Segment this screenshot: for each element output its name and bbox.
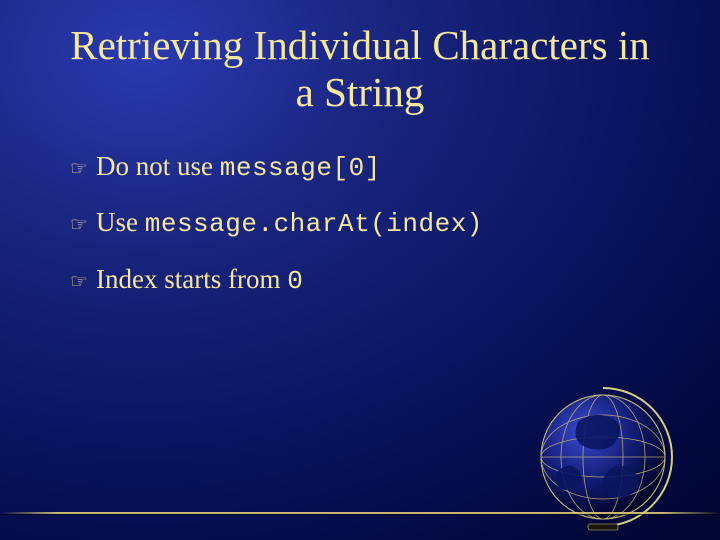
bullet-code: 0 (287, 266, 303, 296)
bullet-pre: Use (96, 207, 145, 237)
bullet-code: message.charAt(index) (145, 209, 483, 239)
pointing-hand-icon: ☞ (70, 157, 96, 181)
bullet-pre: Do not use (96, 151, 220, 181)
bullet-text: Do not use message[0] (96, 150, 381, 184)
bullet-pre: Index starts from (96, 264, 287, 294)
globe-icon (528, 382, 678, 532)
bullet-text: Use message.charAt(index) (96, 206, 483, 240)
list-item: ☞ Do not use message[0] (70, 150, 660, 184)
pointing-hand-icon: ☞ (70, 270, 96, 294)
footer-divider (0, 512, 720, 514)
bullet-list: ☞ Do not use message[0] ☞ Use message.ch… (60, 150, 660, 297)
list-item: ☞ Index starts from 0 (70, 263, 660, 297)
bullet-code: message[0] (220, 153, 381, 183)
list-item: ☞ Use message.charAt(index) (70, 206, 660, 240)
bullet-text: Index starts from 0 (96, 263, 303, 297)
slide: Retrieving Individual Characters in a St… (0, 0, 720, 540)
slide-title: Retrieving Individual Characters in a St… (60, 22, 660, 116)
pointing-hand-icon: ☞ (70, 213, 96, 237)
